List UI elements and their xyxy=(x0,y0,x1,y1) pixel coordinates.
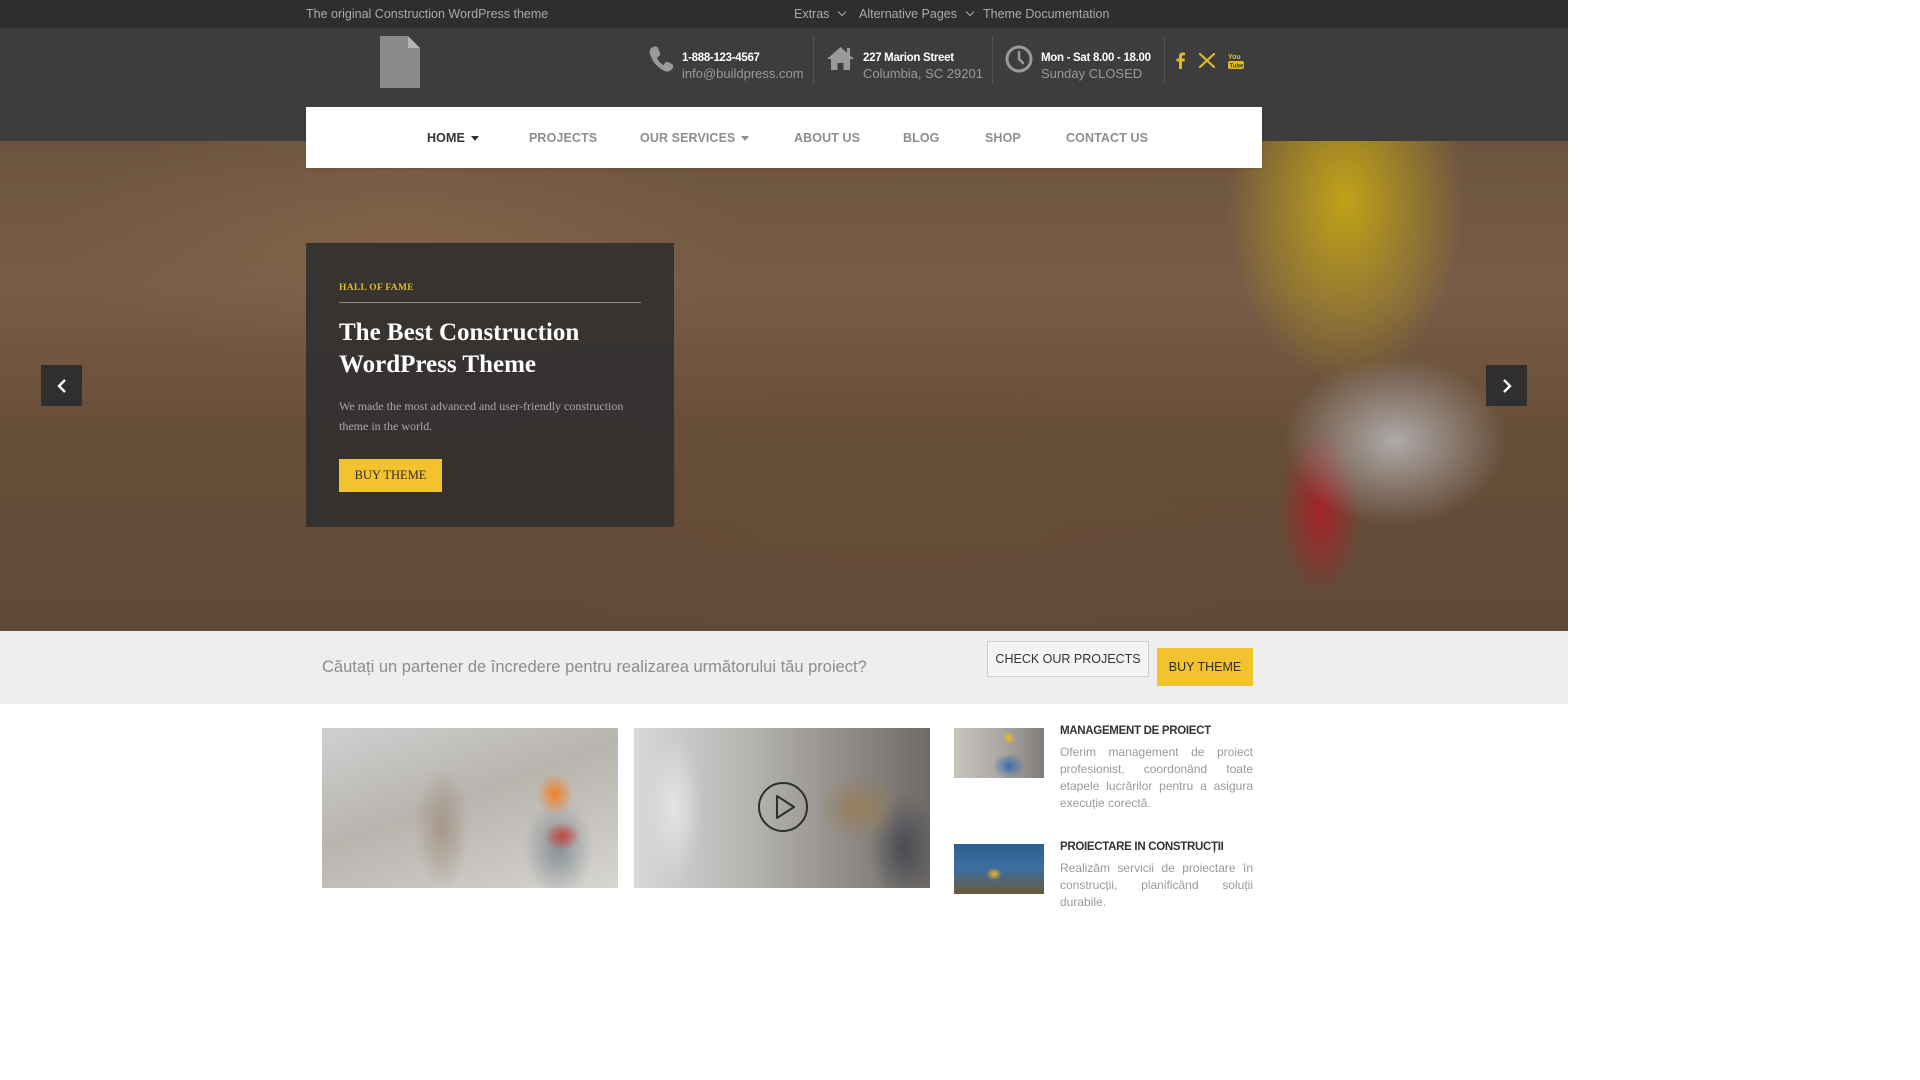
hero-background xyxy=(0,141,1568,631)
social-links: You Tube xyxy=(1174,52,1244,74)
x-icon[interactable] xyxy=(1198,52,1216,73)
slider-next-button[interactable] xyxy=(1486,365,1527,406)
service-description: Oferim management de proiect profesionis… xyxy=(1060,745,1253,810)
home-icon xyxy=(826,45,855,76)
hero-kicker: HALL OF FAME xyxy=(339,283,414,293)
opening-hours: Mon - Sat 8.00 - 18.00 xyxy=(1041,52,1151,64)
hero-buy-theme-button[interactable]: BUY THEME xyxy=(339,459,442,492)
nav-item-label: SHOP xyxy=(985,131,1021,145)
callout-text: Căutați un partener de încredere pentru … xyxy=(322,658,867,676)
site-tagline: The original Construction WordPress them… xyxy=(306,7,549,21)
service-thumbnail[interactable] xyxy=(954,728,1044,778)
youtube-icon[interactable]: You Tube xyxy=(1228,52,1244,74)
chevron-down-icon xyxy=(965,7,975,17)
nav-item-label: HOME xyxy=(427,131,465,145)
service-title[interactable]: PROIECTARE IN CONSTRUCȚII xyxy=(1060,841,1224,853)
chevron-down-icon xyxy=(838,7,847,17)
contact-phone: 1-888-123-4567 info@buildpress.com xyxy=(648,42,804,81)
contact-address: 227 Marion Street Columbia, SC 29201 xyxy=(826,42,983,81)
callout-buy-theme-button[interactable]: BUY THEME xyxy=(1157,648,1253,686)
nav-item-label: ABOUT US xyxy=(794,131,861,145)
nav-item-home[interactable]: HOME xyxy=(427,131,479,145)
nav-item-label: CONTACT US xyxy=(1066,131,1149,145)
service-thumbnail[interactable] xyxy=(954,844,1044,894)
nav-item-projects[interactable]: PROJECTS xyxy=(529,131,597,145)
nav-item-label: BLOG xyxy=(903,131,940,145)
nav-item-label: OUR SERVICES xyxy=(640,131,736,145)
service-title[interactable]: MANAGEMENT DE PROIECT xyxy=(1060,725,1211,737)
top-menu-alternative-pages[interactable]: Alternative Pages xyxy=(859,7,975,21)
service-description: Realizăm servicii de proiectare în const… xyxy=(1060,861,1253,909)
contact-hours: Mon - Sat 8.00 - 18.00 Sunday CLOSED xyxy=(1005,42,1151,81)
hero-caption: HALL OF FAME The Best Construction WordP… xyxy=(306,243,674,527)
city-address: Columbia, SC 29201 xyxy=(863,66,983,81)
hero-slider: HALL OF FAME The Best Construction WordP… xyxy=(0,141,1568,631)
top-menu-theme-documentation[interactable]: Theme Documentation xyxy=(983,7,1109,21)
project-image[interactable] xyxy=(322,728,618,888)
closed-days: Sunday CLOSED xyxy=(1041,66,1143,81)
chevron-left-icon xyxy=(56,378,66,393)
check-projects-button[interactable]: CHECK OUR PROJECTS xyxy=(987,641,1149,677)
top-menu-alternative-pages-label: Alternative Pages xyxy=(859,7,957,21)
nav-item-blog[interactable]: BLOG xyxy=(903,131,940,145)
hero-title: The Best Construction WordPress Theme xyxy=(339,319,580,378)
divider xyxy=(992,36,993,84)
divider xyxy=(1164,36,1165,84)
svg-text:Tube: Tube xyxy=(1230,64,1245,70)
clock-icon xyxy=(1005,45,1033,78)
hero-description: We made the most advanced and user-frien… xyxy=(339,399,624,433)
nav-item-contact-us[interactable]: CONTACT US xyxy=(1066,131,1148,145)
nav-item-about-us[interactable]: ABOUT US xyxy=(794,131,860,145)
top-menu-theme-documentation-label: Theme Documentation xyxy=(983,7,1110,21)
chevron-right-icon xyxy=(1502,378,1512,393)
phone-icon xyxy=(648,45,674,78)
top-menu-extras[interactable]: Extras xyxy=(794,7,847,21)
slider-prev-button[interactable] xyxy=(41,365,82,406)
top-bar: The original Construction WordPress them… xyxy=(0,0,1568,28)
svg-text:You: You xyxy=(1228,54,1241,61)
divider xyxy=(339,302,641,303)
facebook-icon[interactable] xyxy=(1174,52,1186,74)
top-menu-extras-label: Extras xyxy=(794,7,830,21)
divider xyxy=(813,36,814,84)
nav-item-shop[interactable]: SHOP xyxy=(985,131,1021,145)
nav-item-label: PROJECTS xyxy=(529,131,598,145)
email-address[interactable]: info@buildpress.com xyxy=(682,66,804,81)
caret-down-icon xyxy=(470,135,479,141)
nav-item-our-services[interactable]: OUR SERVICES xyxy=(640,131,750,145)
document-icon[interactable] xyxy=(380,36,420,93)
phone-number[interactable]: 1-888-123-4567 xyxy=(682,52,804,64)
street-address: 227 Marion Street xyxy=(863,52,954,64)
main-navigation: HOME PROJECTS OUR SERVICES ABOUT US BLOG… xyxy=(306,107,1262,168)
caret-down-icon xyxy=(741,135,750,141)
callout-bar: Căutați un partener de încredere pentru … xyxy=(0,631,1568,704)
play-icon[interactable] xyxy=(757,781,809,838)
